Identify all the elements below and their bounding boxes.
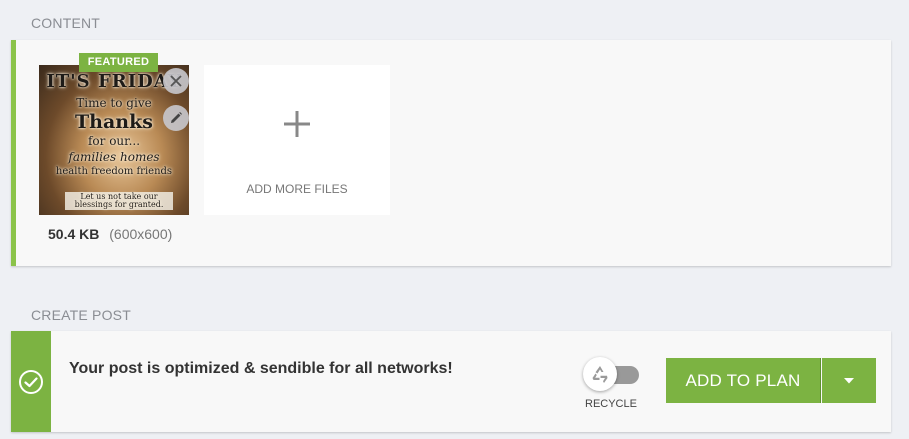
image-text-line: families homes: [68, 150, 160, 164]
recycle-toggle-knob[interactable]: [583, 357, 617, 391]
check-circle-icon: [19, 369, 43, 394]
close-icon: [170, 75, 182, 87]
add-more-files-label: ADD MORE FILES: [246, 182, 348, 196]
image-text-line: for our...: [87, 134, 141, 148]
content-card: IT'S FRIDAY Time to give Thanks for our.…: [11, 40, 891, 266]
image-text-line: health freedom friends: [55, 166, 173, 177]
file-dimensions: (600x600): [109, 226, 173, 242]
status-strip: [11, 331, 51, 432]
featured-badge: FEATURED: [79, 53, 158, 72]
file-meta: 50.4 KB (600x600): [48, 226, 172, 242]
recycle-toggle[interactable]: RECYCLE: [581, 356, 641, 416]
add-more-files-button[interactable]: ADD MORE FILES: [204, 65, 390, 215]
recycle-label: RECYCLE: [585, 398, 637, 410]
content-section-label: CONTENT: [31, 15, 101, 31]
pencil-icon: [171, 112, 182, 123]
plus-icon: [204, 109, 390, 139]
recycle-icon: [592, 366, 608, 383]
status-message: Your post is optimized & sendible for al…: [69, 360, 453, 377]
edit-file-button[interactable]: [163, 105, 189, 131]
image-text-line: Let us not take our blessings for grante…: [65, 192, 173, 210]
remove-file-button[interactable]: [163, 68, 189, 94]
create-post-card: Your post is optimized & sendible for al…: [11, 331, 891, 432]
caret-down-icon: [844, 377, 854, 383]
create-post-section-label: CREATE POST: [31, 307, 131, 323]
add-to-plan-button[interactable]: ADD TO PLAN: [666, 358, 821, 403]
add-to-plan-dropdown-button[interactable]: [822, 358, 876, 403]
file-size: 50.4 KB: [48, 226, 100, 242]
